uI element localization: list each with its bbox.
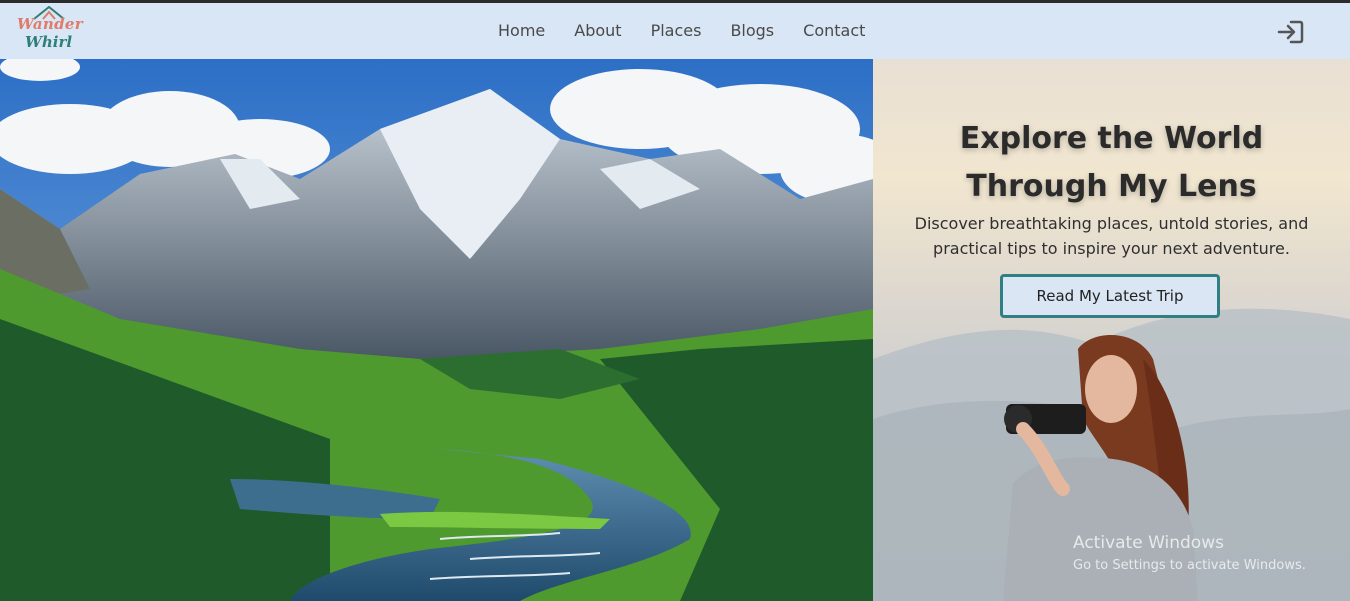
nav-home-link[interactable]: Home <box>498 21 545 40</box>
activate-windows-subtitle: Go to Settings to activate Windows. <box>1073 558 1306 573</box>
brand-name-line1: Wander <box>17 15 83 33</box>
main-nav: Home About Places Blogs Contact <box>498 21 865 40</box>
hero-subtitle-line1: Discover breathtaking places, untold sto… <box>914 214 1309 233</box>
nav-contact-link[interactable]: Contact <box>803 21 865 40</box>
nav-places-link[interactable]: Places <box>651 21 702 40</box>
mountain-lake-landscape-photo <box>0 59 873 601</box>
hero-title-line2: Through My Lens <box>966 169 1257 204</box>
hero-subtitle-line2: practical tips to inspire your next adve… <box>933 239 1290 258</box>
nav-about-link[interactable]: About <box>574 21 621 40</box>
read-latest-trip-button[interactable]: Read My Latest Trip <box>1000 274 1220 318</box>
sign-in-button[interactable] <box>1277 19 1305 45</box>
nav-blogs-link[interactable]: Blogs <box>730 21 774 40</box>
hero-panel: Explore the World Through My Lens Discov… <box>873 59 1350 601</box>
brand-name-line2: Whirl <box>25 33 73 51</box>
sign-in-icon <box>1277 20 1304 44</box>
hero-title-line1: Explore the World <box>959 121 1264 156</box>
brand-logo[interactable]: Wander Whirl <box>14 6 84 56</box>
activate-windows-title: Activate Windows <box>1073 533 1224 553</box>
hero-landscape-image <box>0 59 873 601</box>
navbar: Wander Whirl Home About Places Blogs Con… <box>0 3 1350 59</box>
